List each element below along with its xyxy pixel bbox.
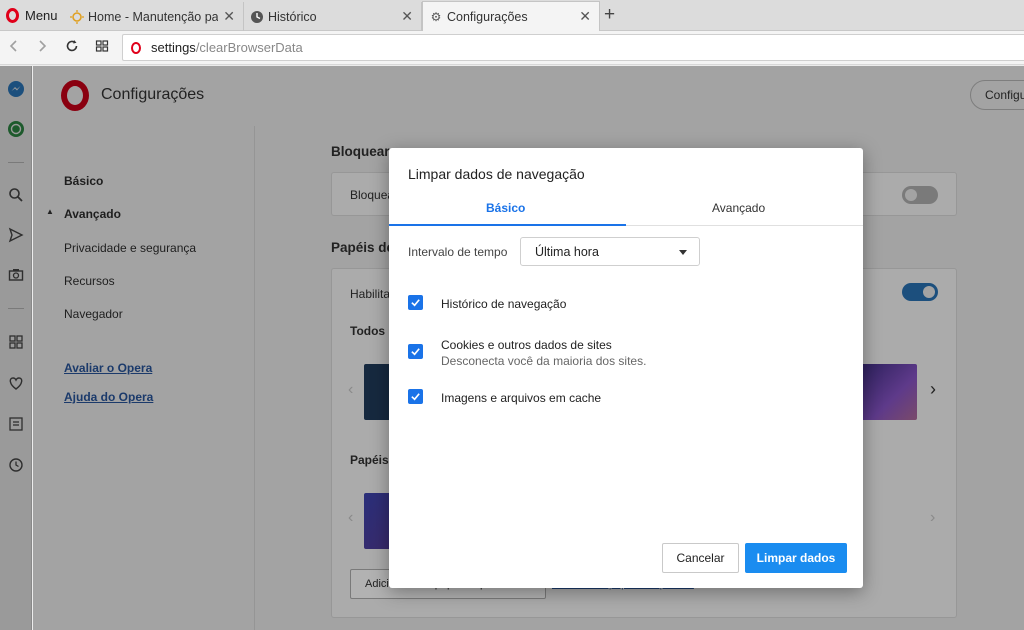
nav-browser[interactable]: Navegador	[64, 307, 123, 321]
my-wallpapers-label: Papéis	[350, 453, 389, 467]
heart-icon[interactable]	[5, 372, 27, 394]
cookies-option-description: Desconecta você da maioria dos sites.	[441, 354, 647, 368]
forward-icon[interactable]	[36, 39, 48, 58]
sidebar-divider	[8, 308, 24, 309]
news-icon[interactable]	[5, 413, 27, 435]
nav-basic[interactable]: Básico	[64, 174, 103, 188]
messenger-icon[interactable]	[5, 78, 27, 100]
active-tab-indicator	[389, 224, 626, 226]
tab-settings[interactable]: ⚙ Configurações ✕	[422, 1, 600, 31]
header-settings-button[interactable]: Configu	[970, 80, 1024, 110]
search-icon[interactable]	[5, 184, 27, 206]
cookies-checkbox[interactable]	[408, 344, 423, 359]
settings-nav: Básico ▲ Avançado Privacidade e seguranç…	[33, 126, 255, 630]
page-title: Configurações	[101, 86, 205, 103]
opera-site-icon	[131, 41, 141, 54]
send-icon[interactable]	[5, 224, 27, 246]
tabs-grid-icon[interactable]	[95, 39, 109, 58]
tab-history[interactable]: Histórico ✕	[244, 2, 422, 31]
whatsapp-icon[interactable]	[5, 118, 27, 140]
check-icon	[411, 348, 420, 356]
tab-strip: Menu Home - Manutenção para ✕ Histórico …	[0, 0, 1024, 31]
opera-sidebar	[0, 66, 32, 630]
opera-menu-button[interactable]: Menu	[0, 0, 62, 31]
time-range-select[interactable]: Última hora	[520, 237, 700, 266]
nav-advanced[interactable]: Avançado	[64, 207, 121, 221]
carousel-next-icon[interactable]: ›	[930, 379, 936, 400]
wallpaper-thumbnail[interactable]	[859, 364, 917, 420]
clear-data-button[interactable]: Limpar dados	[745, 543, 847, 573]
block-section-heading: Bloquear	[331, 144, 390, 159]
new-tab-icon[interactable]: +	[604, 4, 615, 26]
close-tab-icon[interactable]: ✕	[223, 8, 235, 25]
reload-icon[interactable]	[65, 39, 79, 58]
time-range-label: Intervalo de tempo	[408, 245, 508, 259]
collapse-caret-icon: ▲	[46, 207, 54, 216]
speed-dial-icon[interactable]	[5, 331, 27, 353]
camera-icon[interactable]	[5, 264, 27, 286]
dropdown-caret-icon	[679, 250, 687, 255]
wallpaper-enable-label: Habilita	[350, 287, 391, 301]
tab-title: Histórico	[268, 9, 317, 24]
time-range-value: Última hora	[535, 245, 599, 259]
tab-title: Home - Manutenção para	[88, 9, 218, 24]
wallpaper-toggle[interactable]	[902, 283, 938, 301]
close-tab-icon[interactable]: ✕	[401, 8, 413, 25]
url-host: settings	[151, 40, 196, 55]
opera-logo-icon	[61, 80, 89, 111]
tab-title: Configurações	[447, 9, 528, 24]
help-opera-link[interactable]: Ajuda do Opera	[64, 390, 153, 404]
nav-privacy[interactable]: Privacidade e segurança	[64, 241, 196, 255]
address-bar: settings /clearBrowserData	[0, 31, 1024, 65]
settings-header: Configurações Configu	[33, 66, 1024, 126]
history-option-label: Histórico de navegação	[441, 297, 567, 311]
tab-basic[interactable]: Básico	[486, 201, 525, 215]
cache-checkbox[interactable]	[408, 389, 423, 404]
cancel-button[interactable]: Cancelar	[662, 543, 739, 573]
tab-home[interactable]: Home - Manutenção para ✕	[64, 2, 244, 31]
gear-icon: ⚙	[430, 9, 442, 24]
wallpapers-heading: Papéis de	[331, 240, 395, 255]
nav-resources[interactable]: Recursos	[64, 274, 115, 288]
dialog-tabs: Básico Avançado	[389, 190, 863, 226]
tab-advanced[interactable]: Avançado	[712, 201, 765, 215]
cache-option-label: Imagens e arquivos em cache	[441, 391, 602, 405]
carousel-next-icon[interactable]: ›	[930, 509, 935, 527]
carousel-prev-icon[interactable]: ‹	[348, 381, 353, 399]
menu-label: Menu	[25, 8, 58, 23]
url-path: /clearBrowserData	[195, 40, 303, 55]
sidebar-divider	[8, 162, 24, 163]
clock-icon	[250, 10, 264, 24]
carousel-prev-icon[interactable]: ‹	[348, 509, 353, 527]
opera-logo-icon	[6, 8, 19, 23]
check-icon	[411, 393, 420, 401]
close-tab-icon[interactable]: ✕	[579, 8, 591, 25]
clear-browsing-data-dialog: Limpar dados de navegação Básico Avançad…	[389, 148, 863, 588]
block-toggle[interactable]	[902, 186, 938, 204]
sun-icon	[70, 9, 84, 24]
block-row-label: Bloquea	[350, 188, 395, 202]
rate-opera-link[interactable]: Avaliar o Opera	[64, 361, 152, 375]
cookies-option-label: Cookies e outros dados de sites	[441, 338, 612, 352]
dialog-title: Limpar dados de navegação	[408, 166, 585, 182]
history-icon[interactable]	[5, 454, 27, 476]
check-icon	[411, 299, 420, 307]
back-icon[interactable]	[8, 39, 20, 58]
history-checkbox[interactable]	[408, 295, 423, 310]
url-input[interactable]: settings /clearBrowserData	[122, 34, 1024, 61]
